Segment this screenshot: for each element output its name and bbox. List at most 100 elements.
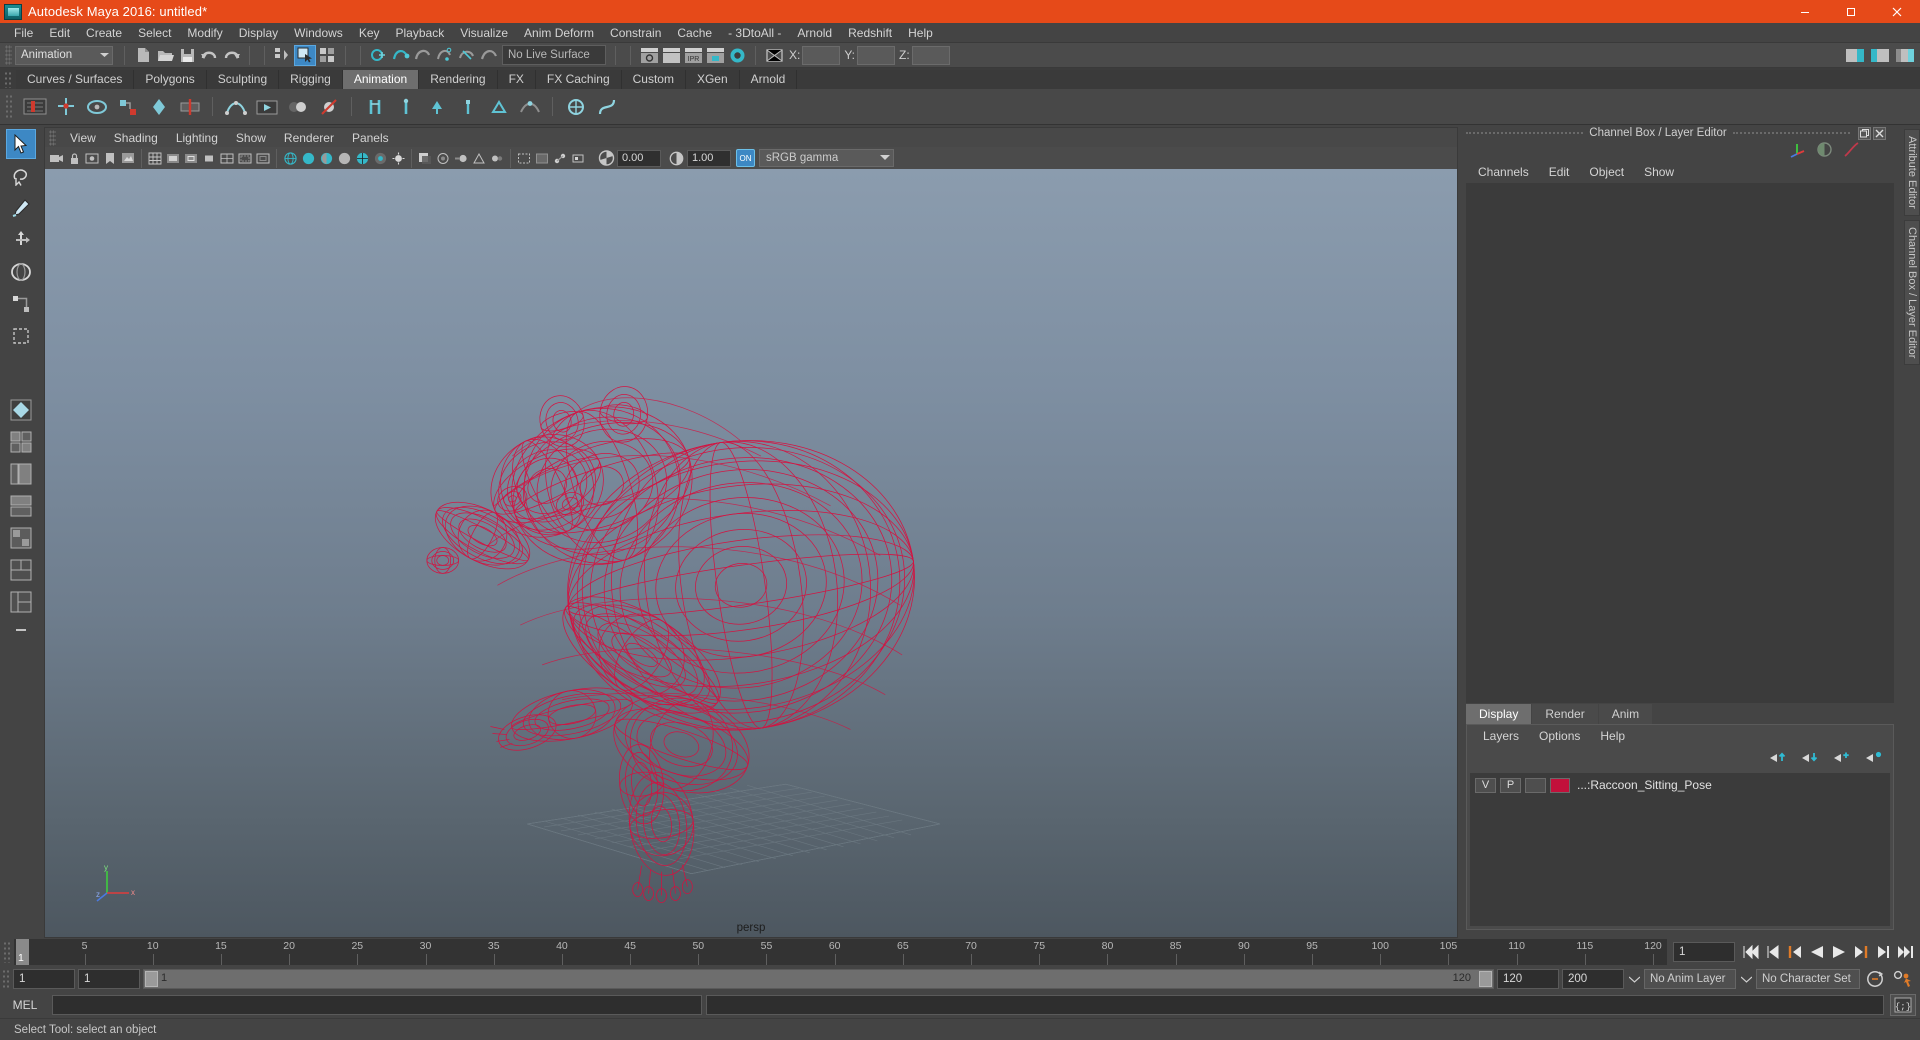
- live-surface-field[interactable]: No Live Surface: [502, 45, 606, 65]
- render-view-icon[interactable]: [638, 45, 660, 66]
- nonlinear-deformer-icon[interactable]: [591, 91, 622, 122]
- snap-to-view-plane-icon[interactable]: [456, 45, 478, 66]
- xray-joints-icon[interactable]: [551, 149, 569, 168]
- menu-visualize[interactable]: Visualize: [452, 23, 516, 43]
- gate-mask-icon[interactable]: [200, 149, 218, 168]
- chevron-down-icon[interactable]: [1739, 969, 1753, 989]
- axis-gizmo-icon[interactable]: [1789, 141, 1806, 161]
- animation-preferences-icon[interactable]: [1890, 969, 1916, 989]
- open-scene-icon[interactable]: [154, 45, 176, 66]
- safe-title-icon[interactable]: [254, 149, 272, 168]
- layer-tab-display[interactable]: Display: [1466, 704, 1532, 724]
- shelf-tab-sculpting[interactable]: Sculpting: [206, 70, 280, 89]
- channel-menu-show[interactable]: Show: [1634, 165, 1684, 179]
- constrain-parent-icon[interactable]: [359, 91, 390, 122]
- layer-playback-toggle[interactable]: P: [1500, 777, 1521, 793]
- smooth-shade-selected-icon[interactable]: [317, 149, 335, 168]
- auto-keyframe-icon[interactable]: [1863, 969, 1887, 989]
- z-coord-field[interactable]: [911, 45, 950, 65]
- sidebar-attribute-editor-icon[interactable]: [1844, 45, 1866, 66]
- layer-state-toggle[interactable]: [1525, 777, 1546, 793]
- gamma-icon[interactable]: [665, 149, 687, 168]
- shelf-row-grip[interactable]: [5, 93, 13, 120]
- viewport-menu-show[interactable]: Show: [227, 128, 275, 148]
- menu-constrain[interactable]: Constrain: [602, 23, 669, 43]
- menu-create[interactable]: Create: [78, 23, 130, 43]
- unghost-icon[interactable]: [313, 91, 344, 122]
- step-back-keyframe-icon[interactable]: [1763, 942, 1782, 962]
- bookmarks-icon[interactable]: [101, 149, 119, 168]
- close-icon[interactable]: [1874, 0, 1920, 23]
- menu-playback[interactable]: Playback: [388, 23, 453, 43]
- constrain-aim-icon[interactable]: [483, 91, 514, 122]
- xray-icon[interactable]: [533, 149, 551, 168]
- range-slider-grip[interactable]: [2, 969, 10, 989]
- new-layer-icon[interactable]: [1833, 750, 1851, 767]
- layout-persp-graph-icon[interactable]: [6, 491, 36, 521]
- rotate-tool-icon[interactable]: [6, 257, 36, 287]
- set-key-scale-icon[interactable]: [112, 91, 143, 122]
- shelf-tab-fx[interactable]: FX: [497, 70, 536, 89]
- menu-modify[interactable]: Modify: [179, 23, 230, 43]
- ipr-render-icon[interactable]: IPR: [682, 45, 704, 66]
- sidebar-tool-settings-icon[interactable]: [1869, 45, 1891, 66]
- menu-cache[interactable]: Cache: [669, 23, 720, 43]
- undock-icon[interactable]: [1858, 126, 1872, 140]
- paint-select-tool-icon[interactable]: [6, 193, 36, 223]
- set-key-icon[interactable]: [19, 91, 50, 122]
- curve-icon[interactable]: [1843, 141, 1860, 161]
- layer-list[interactable]: V P ...:Raccoon_Sitting_Pose: [1470, 773, 1890, 926]
- viewport-menu-renderer[interactable]: Renderer: [275, 128, 343, 148]
- menu-anim-deform[interactable]: Anim Deform: [516, 23, 602, 43]
- menu-select[interactable]: Select: [130, 23, 179, 43]
- image-plane-icon[interactable]: [119, 149, 137, 168]
- layout-single-perspective-icon[interactable]: [6, 395, 36, 425]
- y-coord-field[interactable]: [857, 45, 896, 65]
- select-by-object-icon[interactable]: [294, 44, 316, 66]
- constrain-orient-icon[interactable]: [421, 91, 452, 122]
- constrain-point-icon[interactable]: [390, 91, 421, 122]
- ghost-selected-icon[interactable]: [282, 91, 313, 122]
- select-by-component-icon[interactable]: [316, 45, 338, 66]
- safe-action-icon[interactable]: [236, 149, 254, 168]
- step-forward-frame-icon[interactable]: [1851, 942, 1870, 962]
- select-camera-icon[interactable]: [47, 149, 65, 168]
- shelf-tab-arnold[interactable]: Arnold: [739, 70, 798, 89]
- command-output-field[interactable]: [706, 995, 1884, 1015]
- channel-menu-channels[interactable]: Channels: [1468, 165, 1539, 179]
- undo-icon[interactable]: [198, 45, 220, 66]
- color-management-toggle-icon[interactable]: ON: [736, 149, 755, 167]
- bake-channel-icon[interactable]: [220, 91, 251, 122]
- shelf-tab-curves-surfaces[interactable]: Curves / Surfaces: [16, 70, 135, 89]
- new-scene-icon[interactable]: [132, 45, 154, 66]
- animation-start-field[interactable]: 1: [13, 969, 75, 989]
- chevron-down-icon[interactable]: [1627, 969, 1641, 989]
- menu-edit[interactable]: Edit: [41, 23, 78, 43]
- field-chart-icon[interactable]: [218, 149, 236, 168]
- screen-space-ao-icon[interactable]: [434, 149, 452, 168]
- layout-saved-icon[interactable]: [6, 619, 36, 641]
- x-coord-field[interactable]: [802, 45, 841, 65]
- hypershade-icon[interactable]: [726, 45, 748, 66]
- make-live-icon[interactable]: [478, 45, 500, 66]
- layer-menu-options[interactable]: Options: [1529, 729, 1590, 743]
- menu-file[interactable]: File: [6, 23, 41, 43]
- textured-icon[interactable]: [371, 149, 389, 168]
- go-to-start-icon[interactable]: [1741, 942, 1760, 962]
- select-tool-icon[interactable]: [6, 129, 36, 159]
- move-layer-down-icon[interactable]: [1801, 750, 1819, 767]
- grid-toggle-icon[interactable]: [146, 149, 164, 168]
- play-forwards-icon[interactable]: [1829, 942, 1848, 962]
- snap-to-point-icon[interactable]: [412, 45, 434, 66]
- menu-windows[interactable]: Windows: [286, 23, 351, 43]
- range-start-handle[interactable]: [145, 971, 158, 987]
- set-key-translate-icon[interactable]: [50, 91, 81, 122]
- shadows-icon[interactable]: [416, 149, 434, 168]
- time-slider-playhead[interactable]: 1: [16, 939, 29, 965]
- channel-menu-object[interactable]: Object: [1579, 165, 1634, 179]
- last-tool-used-icon[interactable]: [6, 321, 36, 351]
- menu-display[interactable]: Display: [231, 23, 286, 43]
- viewport-menu-view[interactable]: View: [61, 128, 105, 148]
- render-settings-icon[interactable]: [704, 45, 726, 66]
- playback-start-field[interactable]: 1: [78, 969, 140, 989]
